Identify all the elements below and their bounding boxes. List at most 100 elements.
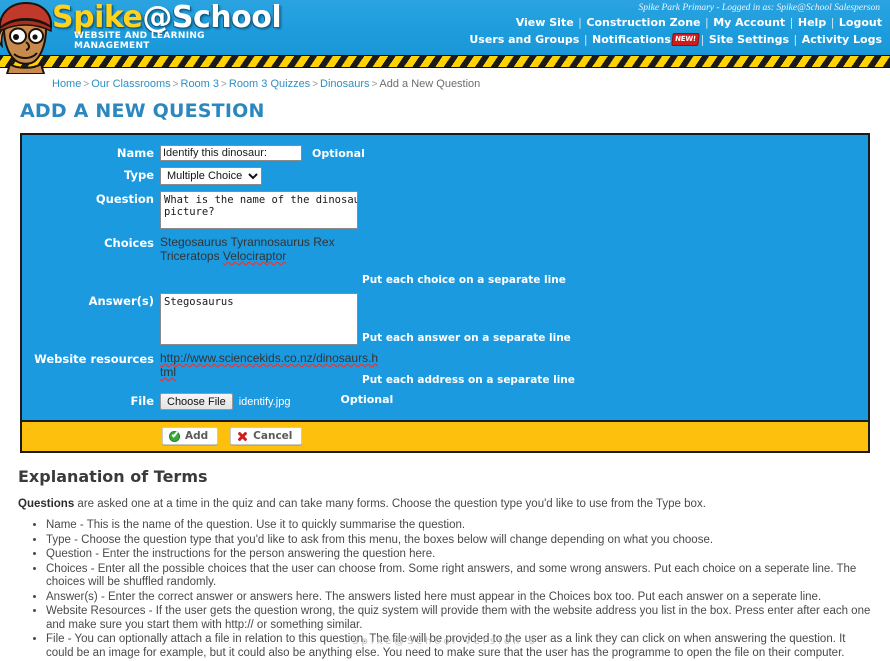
website-resources-hint: Put each address on a separate line xyxy=(362,374,575,386)
nav-construction-zone[interactable]: Construction Zone xyxy=(586,16,700,29)
nav-site-settings[interactable]: Site Settings xyxy=(709,33,789,46)
nav-separator: | xyxy=(827,16,838,29)
field-row-type: Type Multiple ChoiceTrue or FalseShort A… xyxy=(22,167,868,185)
check-circle-icon xyxy=(169,430,180,442)
file-label: File xyxy=(130,394,154,408)
field-row-website-resources: Website resources http://www.sciencekids… xyxy=(22,351,868,387)
nav-separator: | xyxy=(700,33,708,46)
form-fields-area: Name Optional Type Multiple ChoiceTrue o… xyxy=(22,135,868,420)
list-item: Choices - Enter all the possible choices… xyxy=(46,563,872,590)
nav-help[interactable]: Help xyxy=(798,16,826,29)
answers-control: Stegosaurus Put each answer on a separat… xyxy=(160,293,571,345)
nav-separator: | xyxy=(786,16,797,29)
add-question-form-panel: Name Optional Type Multiple ChoiceTrue o… xyxy=(20,133,870,453)
list-item: Name - This is the name of the question.… xyxy=(46,519,872,533)
nav-my-account[interactable]: My Account xyxy=(713,16,785,29)
choice-line: Tyrannosaurus Rex xyxy=(230,235,335,249)
answers-label: Answer(s) xyxy=(88,294,154,308)
explanation-intro: Questions are asked one at a time in the… xyxy=(18,497,872,511)
file-control: Choose File identify.jpg Optional xyxy=(160,393,393,410)
explanation-heading: Explanation of Terms xyxy=(18,467,208,486)
file-name-text: identify.jpg xyxy=(238,396,291,408)
close-x-icon xyxy=(237,431,248,442)
choice-line: Stegosaurus xyxy=(160,235,228,249)
name-label: Name xyxy=(116,146,154,160)
type-select[interactable]: Multiple ChoiceTrue or FalseShort Answer… xyxy=(160,167,262,185)
logo-title: Spike@School xyxy=(52,2,282,34)
website-resources-textarea[interactable]: http://www.sciencekids.co.nz/dinosaurs.h… xyxy=(160,351,378,387)
logo-at-symbol: @ xyxy=(142,0,172,35)
header-right-nav: Spike Park Primary - Logged in as: Spike… xyxy=(412,2,882,48)
header-nav-row-2: Users and Groups | Notifications NEW! | Si… xyxy=(412,31,882,48)
page-title: ADD A NEW QUESTION xyxy=(20,100,265,122)
nav-users-and-groups[interactable]: Users and Groups xyxy=(469,33,579,46)
choice-line: Triceratops xyxy=(160,249,220,263)
nav-notifications[interactable]: Notifications xyxy=(592,33,671,46)
name-input[interactable] xyxy=(160,145,302,161)
breadcrumb-separator: > xyxy=(172,79,179,90)
breadcrumb-room-3[interactable]: Room 3 xyxy=(181,78,220,90)
website-resources-label: Website resources xyxy=(34,352,154,366)
mascot-logo-icon xyxy=(0,1,53,74)
site-header: Spike@School WEBSITE AND LEARNING MANAGE… xyxy=(0,0,890,74)
nav-separator: | xyxy=(790,33,801,46)
breadcrumb-current: Add a New Question xyxy=(379,78,481,90)
nav-view-site[interactable]: View Site xyxy=(516,16,574,29)
header-nav-row-1: View Site | Construction Zone | My Accou… xyxy=(412,14,882,31)
explanation-intro-bold: Questions xyxy=(18,498,75,510)
website-resources-value: http://www.sciencekids.co.nz/dinosaurs.h… xyxy=(160,351,379,379)
add-button[interactable]: Add xyxy=(162,427,219,445)
add-button-label: Add xyxy=(185,430,209,442)
answers-textarea[interactable]: Stegosaurus xyxy=(160,293,358,345)
breadcrumb-our-classrooms[interactable]: Our Classrooms xyxy=(91,78,170,90)
choices-label: Choices xyxy=(104,236,154,250)
list-item: Answer(s) - Enter the correct answer or … xyxy=(46,591,872,605)
field-row-choices: Choices Stegosaurus Tyrannosaurus Rex Tr… xyxy=(22,235,868,287)
nav-activity-logs[interactable]: Activity Logs xyxy=(802,33,882,46)
explanation-section: Explanation of Terms Questions are asked… xyxy=(0,453,890,660)
breadcrumb: Home > Our Classrooms > Room 3 > Room 3 Quizze… xyxy=(0,68,890,90)
nav-logout[interactable]: Logout xyxy=(839,16,882,29)
nav-separator: | xyxy=(701,16,713,29)
logo-word-spike: Spike xyxy=(52,0,143,35)
field-row-file: File Choose File identify.jpg Optional xyxy=(22,393,868,410)
question-textarea[interactable]: What is the name of the dinosaur in this… xyxy=(160,191,358,229)
name-optional-label: Optional xyxy=(312,147,365,160)
breadcrumb-separator: > xyxy=(221,79,227,90)
answers-hint: Put each answer on a separate line xyxy=(362,332,571,344)
choose-file-button[interactable]: Choose File xyxy=(160,393,233,410)
choice-line: Velociraptor xyxy=(222,249,287,263)
cancel-button-label: Cancel xyxy=(253,430,293,442)
logged-in-status: Spike Park Primary - Logged in as: Spike… xyxy=(638,3,880,13)
list-item: Website Resources - If the user gets the… xyxy=(46,605,872,632)
name-control: Optional xyxy=(160,145,365,161)
list-item: Question - Enter the instructions for th… xyxy=(46,548,872,562)
field-row-name: Name Optional xyxy=(22,145,868,161)
file-optional-label: Optional xyxy=(340,393,394,406)
nav-separator: | xyxy=(574,16,586,29)
field-row-question: Question What is the name of the dinosau… xyxy=(22,191,868,229)
breadcrumb-separator: > xyxy=(312,79,319,90)
choices-control: Stegosaurus Tyrannosaurus Rex Triceratop… xyxy=(160,235,566,287)
field-row-answers: Answer(s) Stegosaurus Put each answer on… xyxy=(22,293,868,345)
choices-textarea[interactable]: Stegosaurus Tyrannosaurus Rex Triceratop… xyxy=(160,235,358,287)
type-control: Multiple ChoiceTrue or FalseShort Answer… xyxy=(160,167,262,185)
logo-word-school: School xyxy=(171,0,282,35)
site-logo[interactable]: Spike@School WEBSITE AND LEARNING MANAGE… xyxy=(52,2,282,52)
hazard-stripe-divider xyxy=(0,55,890,68)
type-label: Type xyxy=(123,168,154,182)
question-control: What is the name of the dinosaur in this… xyxy=(160,191,358,229)
breadcrumb-room-3-quizzes[interactable]: Room 3 Quizzes xyxy=(229,78,310,90)
site-footer: Spike@School Version 6 xyxy=(352,636,538,647)
breadcrumb-home[interactable]: Home xyxy=(52,78,81,90)
explanation-intro-rest: are asked one at a time in the quiz and … xyxy=(74,498,706,510)
question-label: Question xyxy=(95,192,154,206)
list-item: Type - Choose the question type that you… xyxy=(46,534,872,548)
website-resources-control: http://www.sciencekids.co.nz/dinosaurs.h… xyxy=(160,351,575,387)
choices-hint: Put each choice on a separate line xyxy=(362,274,566,286)
cancel-button[interactable]: Cancel xyxy=(230,427,303,445)
breadcrumb-separator: > xyxy=(371,79,378,90)
form-actions-bar: Add Cancel xyxy=(22,420,868,451)
breadcrumb-dinosaurs[interactable]: Dinosaurs xyxy=(320,78,370,90)
breadcrumb-separator: > xyxy=(83,79,90,90)
